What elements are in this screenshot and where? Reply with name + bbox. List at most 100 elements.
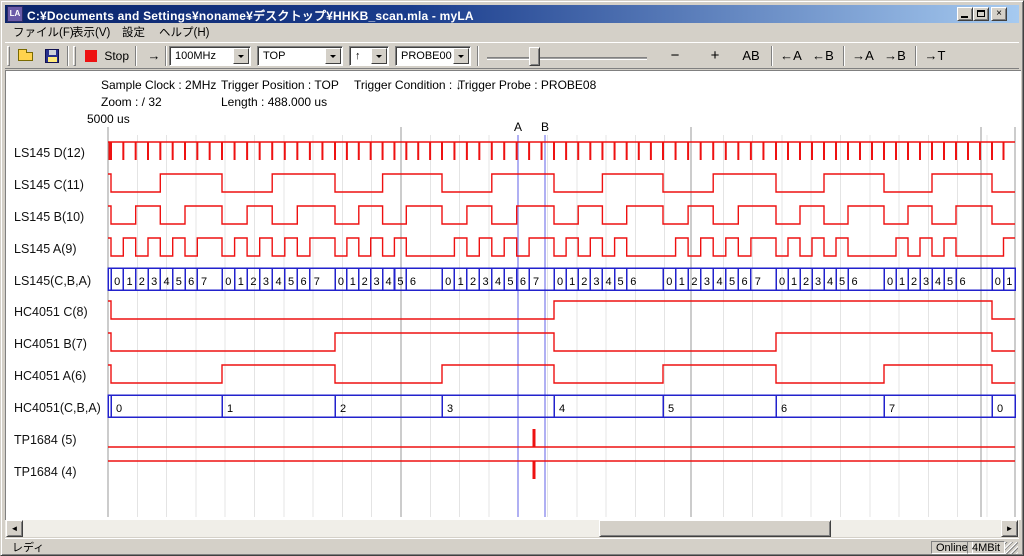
bus-value: 3 xyxy=(815,276,821,288)
bus-value: 0 xyxy=(116,403,122,415)
bus-value: 0 xyxy=(225,276,231,288)
bus-value: 4 xyxy=(827,276,833,288)
goto-a-right-button[interactable]: →A xyxy=(849,45,877,67)
bus-value: 1 xyxy=(458,276,464,288)
waveform-client-area: Sample Clock : 2MHz Trigger Position : T… xyxy=(5,70,1021,520)
bus-value: 0 xyxy=(338,276,344,288)
bus-value: 2 xyxy=(581,276,587,288)
bus-value: 3 xyxy=(374,276,380,288)
digital-waveform xyxy=(108,333,1015,351)
dropdown-arrow-icon[interactable] xyxy=(371,48,387,64)
maximize-button[interactable] xyxy=(973,7,989,21)
channel-label: LS145 A(9) xyxy=(14,242,77,256)
bus-value: 2 xyxy=(470,276,476,288)
trigger-probe-value: PROBE00 xyxy=(401,50,452,62)
toolbar-separator xyxy=(477,46,479,66)
dropdown-arrow-icon[interactable] xyxy=(453,48,469,64)
bus-value: 2 xyxy=(362,276,368,288)
digital-waveform xyxy=(108,301,1015,319)
zoom-slider-track[interactable] xyxy=(487,57,647,60)
bus-value: 2 xyxy=(691,276,697,288)
close-button[interactable]: × xyxy=(991,7,1007,21)
status-memory: 4MBit xyxy=(967,541,1005,554)
bus-value: 5 xyxy=(507,276,513,288)
channel-label: LS145 C(11) xyxy=(14,178,84,192)
toolbar-separator xyxy=(67,46,69,66)
trigger-edge-combo[interactable]: ↑ xyxy=(349,46,389,66)
bus-value: 1 xyxy=(238,276,244,288)
zoom-ab-button[interactable]: AB xyxy=(737,45,765,67)
bus-value: 3 xyxy=(483,276,489,288)
bus-value: 3 xyxy=(151,276,157,288)
bus-value: 1 xyxy=(791,276,797,288)
bus-value: 5 xyxy=(729,276,735,288)
goto-trigger-button[interactable]: →T xyxy=(921,45,949,67)
bus-value: 7 xyxy=(314,276,320,288)
titlebar[interactable]: LA C:¥Documents and Settings¥noname¥デスクト… xyxy=(5,5,1019,23)
bus-value: 0 xyxy=(997,403,1003,415)
trigger-position-combo[interactable]: TOP xyxy=(257,46,343,66)
scrollbar-thumb[interactable] xyxy=(599,520,831,537)
app-window: LA C:¥Documents and Settings¥noname¥デスクト… xyxy=(0,0,1024,556)
minimize-icon xyxy=(961,16,968,18)
bus-value: 6 xyxy=(960,276,966,288)
menu-help[interactable]: ヘルプ(H) xyxy=(155,24,213,42)
scroll-right-button[interactable]: ► xyxy=(1001,520,1018,537)
digital-waveform xyxy=(108,174,1015,192)
bus-value: 1 xyxy=(1006,276,1012,288)
bus-value: 5 xyxy=(839,276,845,288)
toolbar-separator xyxy=(915,46,917,66)
stop-button[interactable]: Stop xyxy=(81,45,129,67)
goto-b-right-button[interactable]: →B xyxy=(881,45,909,67)
horizontal-scrollbar[interactable]: ◄ ► xyxy=(5,520,1019,537)
resize-grip-icon[interactable] xyxy=(1005,542,1018,554)
goto-b-left-button[interactable]: ←B xyxy=(809,45,837,67)
minimize-button[interactable] xyxy=(957,7,973,21)
bus-value: 6 xyxy=(410,276,416,288)
menu-view[interactable]: 表示(V) xyxy=(68,24,114,42)
zoom-slider-thumb[interactable] xyxy=(529,47,540,66)
run-button[interactable]: → xyxy=(141,45,167,67)
bus-value: 1 xyxy=(569,276,575,288)
bus-value: 0 xyxy=(114,276,120,288)
bus-value: 7 xyxy=(533,276,539,288)
menu-settings[interactable]: 設定 xyxy=(118,24,149,42)
toolbar-separator xyxy=(135,46,137,66)
save-file-button[interactable] xyxy=(41,45,63,67)
dropdown-arrow-icon[interactable] xyxy=(233,48,249,64)
bus-value: 6 xyxy=(781,403,787,415)
zoom-out-button[interactable]: − xyxy=(665,45,685,67)
bus-value: 2 xyxy=(803,276,809,288)
toolbar-grip[interactable] xyxy=(7,46,10,66)
bus-value: 1 xyxy=(227,403,233,415)
open-file-button[interactable] xyxy=(15,45,37,67)
scroll-left-button[interactable]: ◄ xyxy=(6,520,23,537)
waveform-plot[interactable]: LS145 D(12)LS145 C(11)LS145 B(10)LS145 A… xyxy=(5,70,1021,520)
bus-value: 6 xyxy=(301,276,307,288)
channel-label: LS145 B(10) xyxy=(14,210,84,224)
dropdown-arrow-icon[interactable] xyxy=(325,48,341,64)
bus-value: 0 xyxy=(995,276,1001,288)
bus-segment xyxy=(884,395,992,417)
bus-value: 1 xyxy=(126,276,132,288)
bus-value: 7 xyxy=(201,276,207,288)
goto-a-left-button[interactable]: ←A xyxy=(777,45,805,67)
statusbar: レディ Online 4MBit xyxy=(5,538,1019,554)
bus-value: 0 xyxy=(445,276,451,288)
desktop: LA C:¥Documents and Settings¥noname¥デスクト… xyxy=(0,0,1024,556)
toolbar-separator xyxy=(771,46,773,66)
bus-value: 3 xyxy=(704,276,710,288)
bus-value: 7 xyxy=(755,276,761,288)
toolbar-grip[interactable] xyxy=(73,46,76,66)
bus-value: 2 xyxy=(911,276,917,288)
bus-value: 3 xyxy=(593,276,599,288)
bus-value: 2 xyxy=(139,276,145,288)
bus-value: 4 xyxy=(935,276,941,288)
bus-value: 5 xyxy=(618,276,624,288)
bus-value: 1 xyxy=(350,276,356,288)
bus-value: 7 xyxy=(889,403,895,415)
sample-clock-combo[interactable]: 100MHz xyxy=(169,46,251,66)
zoom-in-button[interactable]: + xyxy=(705,45,725,67)
trigger-probe-combo[interactable]: PROBE00 xyxy=(395,46,471,66)
bus-value: 1 xyxy=(679,276,685,288)
